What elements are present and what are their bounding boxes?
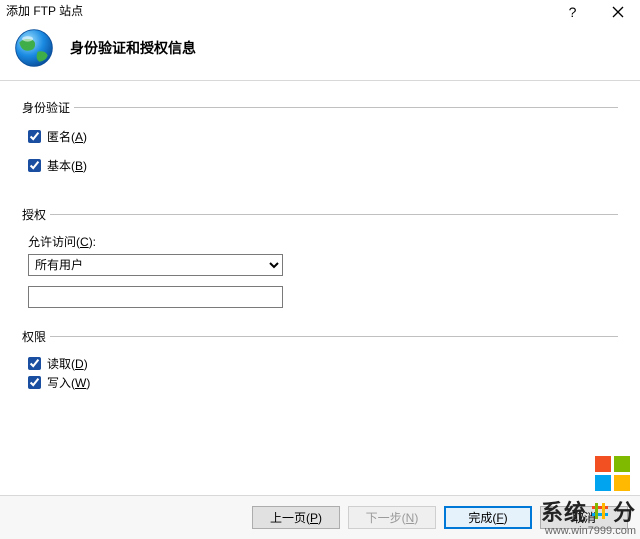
window-controls: ? bbox=[550, 2, 640, 22]
permissions-legend: 权限 bbox=[22, 328, 50, 345]
close-button[interactable] bbox=[595, 2, 640, 22]
permissions-section: 权限 读取(D) 写入(W) bbox=[22, 328, 618, 399]
close-icon bbox=[612, 6, 624, 18]
specific-users-input[interactable] bbox=[28, 286, 283, 308]
window-title: 添加 FTP 站点 bbox=[6, 2, 83, 19]
prev-button[interactable]: 上一页(P) bbox=[252, 506, 340, 529]
authorization-section: 授权 允许访问(C): 所有用户 bbox=[22, 206, 618, 314]
wizard-body: 身份验证 匿名(A) 基本(B) 授权 允许访问(C): 所有用户 bbox=[0, 81, 640, 423]
next-button: 下一步(N) bbox=[348, 506, 436, 529]
wizard-header: 身份验证和授权信息 bbox=[0, 22, 640, 81]
cancel-button[interactable]: 取消 bbox=[540, 506, 628, 529]
basic-checkbox[interactable]: 基本(B) bbox=[28, 157, 616, 174]
authorization-legend: 授权 bbox=[22, 206, 50, 223]
globe-icon bbox=[12, 26, 56, 70]
microsoft-logo-icon bbox=[595, 456, 630, 491]
title-bar: 添加 FTP 站点 ? bbox=[0, 0, 640, 22]
help-button[interactable]: ? bbox=[550, 2, 595, 22]
finish-button[interactable]: 完成(F) bbox=[444, 506, 532, 529]
page-title: 身份验证和授权信息 bbox=[70, 38, 196, 58]
basic-checkbox-input[interactable] bbox=[28, 159, 41, 172]
write-checkbox[interactable]: 写入(W) bbox=[28, 374, 616, 391]
anonymous-checkbox[interactable]: 匿名(A) bbox=[28, 128, 616, 145]
auth-legend: 身份验证 bbox=[22, 99, 74, 116]
anonymous-checkbox-input[interactable] bbox=[28, 130, 41, 143]
wizard-footer: 上一页(P) 下一步(N) 完成(F) 取消 bbox=[0, 495, 640, 539]
auth-section: 身份验证 匿名(A) 基本(B) bbox=[22, 99, 618, 192]
read-checkbox-input[interactable] bbox=[28, 357, 41, 370]
allow-access-select[interactable]: 所有用户 bbox=[28, 254, 283, 276]
allow-access-label: 允许访问(C): bbox=[28, 233, 616, 250]
read-checkbox[interactable]: 读取(D) bbox=[28, 355, 616, 372]
write-checkbox-input[interactable] bbox=[28, 376, 41, 389]
